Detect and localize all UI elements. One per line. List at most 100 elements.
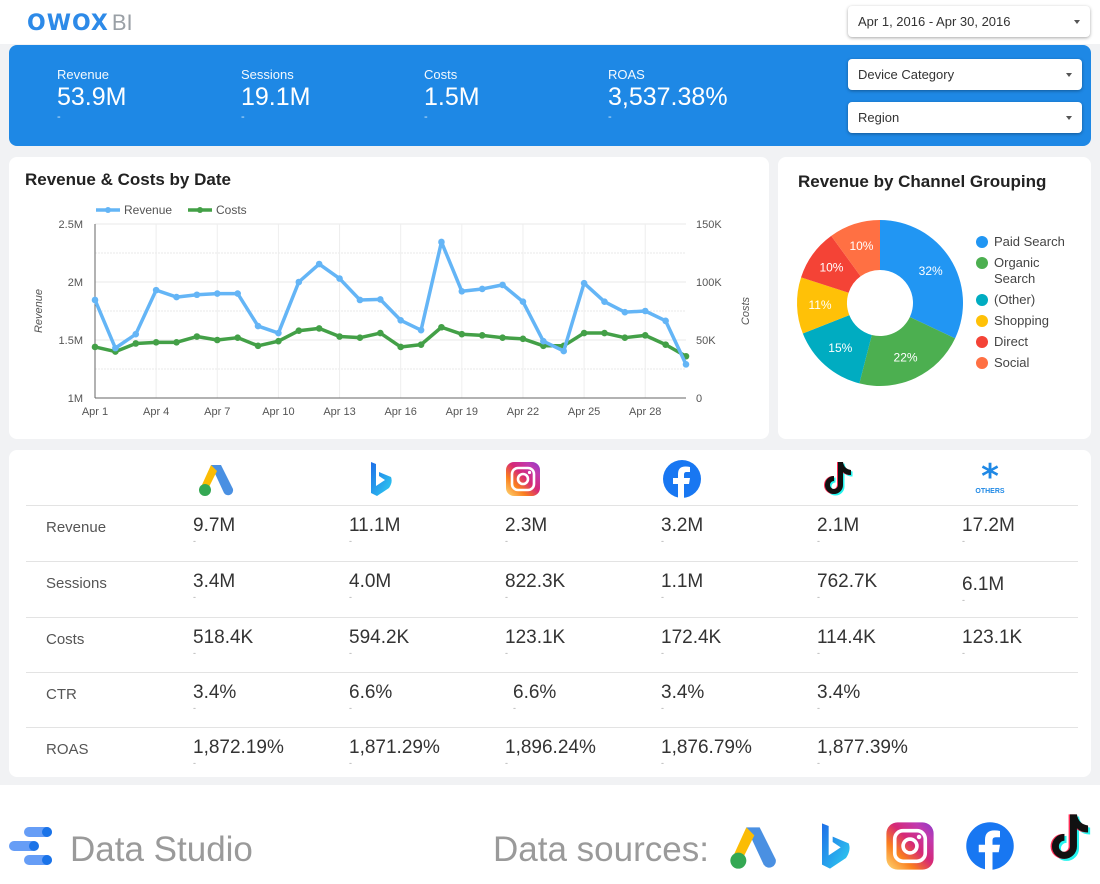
data-point-revenue: [682, 361, 690, 368]
data-point-revenue: [519, 298, 527, 306]
row-divider: [26, 727, 1078, 728]
table-cell: 1,872.19% -: [193, 737, 284, 768]
data-point-revenue: [458, 287, 466, 295]
cell-value: 1,877.39%: [817, 737, 908, 758]
cell-value: 17.2M: [962, 515, 1015, 536]
table-cell: 1,876.79% -: [661, 737, 752, 768]
data-studio-label: Data Studio: [70, 830, 253, 869]
footer-instagram-icon: [882, 818, 938, 874]
cell-value: 3.4M: [193, 571, 236, 592]
data-point-revenue: [601, 298, 608, 306]
y-tick-label: 1.5M: [59, 335, 83, 347]
pie-slice: [880, 220, 963, 339]
legend-dot-icon: [976, 294, 988, 306]
cell-delta: -: [349, 758, 352, 768]
data-point-revenue: [478, 285, 486, 293]
y2-tick-label: 50K: [696, 335, 716, 347]
data-point-costs: [580, 329, 588, 337]
others-label: OTHERS: [975, 487, 1005, 495]
data-point-costs: [356, 334, 364, 341]
cell-delta: -: [661, 648, 664, 658]
y-tick-label: 2M: [68, 277, 83, 289]
legend-dot-icon: [976, 336, 988, 348]
legend-dot-icon: [976, 315, 988, 327]
data-point-costs: [295, 327, 303, 335]
pie-legend-item: Paid Search: [976, 234, 1074, 250]
data-point-revenue: [499, 281, 506, 289]
cell-delta: -: [505, 758, 508, 768]
data-point-revenue: [234, 290, 241, 297]
data-point-costs: [601, 329, 608, 337]
footer-tiktok-icon: [1042, 810, 1098, 866]
footer-google-ads-icon: [725, 818, 781, 874]
x-tick-label: Apr 22: [507, 406, 539, 418]
table-cell: 762.7K -: [817, 571, 877, 602]
cell-delta: -: [505, 592, 508, 602]
legend-marker: [105, 207, 111, 213]
row-label: Sessions: [46, 575, 107, 592]
data-point-costs: [213, 336, 221, 344]
table-cell: 3.4M -: [193, 571, 236, 602]
data-studio-icon: [9, 827, 52, 865]
data-point-revenue: [641, 307, 649, 315]
pie-slice-label: 11%: [808, 298, 831, 312]
cell-delta: -: [661, 758, 664, 768]
table-cell: 3.4% -: [193, 682, 236, 713]
cell-delta: -: [661, 703, 664, 713]
data-point-revenue: [91, 296, 99, 304]
data-point-revenue: [417, 326, 425, 334]
data-sources-label: Data sources:: [493, 830, 709, 869]
data-point-revenue: [112, 344, 119, 352]
legend-label: Paid Search: [994, 234, 1065, 249]
cell-value: 2.1M: [817, 515, 860, 536]
cell-value: 123.1K: [505, 627, 566, 648]
instagram-icon: [503, 459, 543, 499]
asterisk-icon: *: [981, 456, 999, 497]
x-tick-label: Apr 13: [323, 406, 355, 418]
table-cell: 114.4K -: [817, 627, 876, 658]
x-tick-label: Apr 28: [629, 406, 661, 418]
table-cell: 17.2M -: [962, 515, 1015, 546]
pie-slice-label: 10%: [849, 239, 873, 253]
legend-dot-icon: [976, 357, 988, 369]
data-point-revenue: [560, 347, 568, 355]
data-point-revenue: [132, 330, 140, 338]
y-tick-label: 1M: [68, 393, 83, 405]
data-point-revenue: [621, 308, 629, 316]
legend-label: Social: [994, 355, 1030, 370]
data-point-costs: [132, 340, 140, 347]
data-point-costs: [336, 333, 343, 340]
cell-delta: -: [817, 648, 820, 658]
pie-slice-label: 15%: [828, 341, 852, 355]
table-cell: 1.1M -: [661, 571, 703, 602]
x-tick-label: Apr 25: [568, 406, 600, 418]
table-cell: 2.1M -: [817, 515, 860, 546]
cell-value: 1,871.29%: [349, 737, 440, 758]
y2-tick-label: 0: [696, 393, 702, 405]
cell-delta: -: [962, 648, 965, 658]
cell-delta: -: [193, 536, 196, 546]
table-cell: 11.1M -: [349, 515, 400, 546]
cell-delta: -: [193, 703, 196, 713]
cell-value: 4.0M: [349, 571, 392, 592]
data-point-revenue: [254, 322, 262, 330]
table-cell: 822.3K -: [505, 571, 565, 602]
pie-slice-label: 22%: [894, 350, 918, 364]
table-cell: 1,896.24% -: [505, 737, 596, 768]
data-point-costs: [397, 343, 404, 351]
y-axis-title: Revenue: [33, 289, 45, 333]
cell-value: 172.4K: [661, 627, 722, 648]
pie-legend-item: Shopping: [976, 313, 1074, 329]
cell-delta: -: [962, 595, 965, 605]
data-point-costs: [315, 325, 323, 332]
data-point-revenue: [152, 286, 160, 294]
legend-label: (Other): [994, 292, 1036, 307]
cell-value: 3.4%: [661, 682, 705, 703]
cell-delta: -: [193, 648, 196, 658]
cell-value: 1,872.19%: [193, 737, 284, 758]
data-point-costs: [234, 334, 241, 341]
data-point-costs: [417, 341, 425, 348]
cell-value: 2.3M: [505, 515, 548, 536]
legend-label: Costs: [216, 203, 247, 217]
cell-value: 6.6%: [349, 682, 393, 703]
